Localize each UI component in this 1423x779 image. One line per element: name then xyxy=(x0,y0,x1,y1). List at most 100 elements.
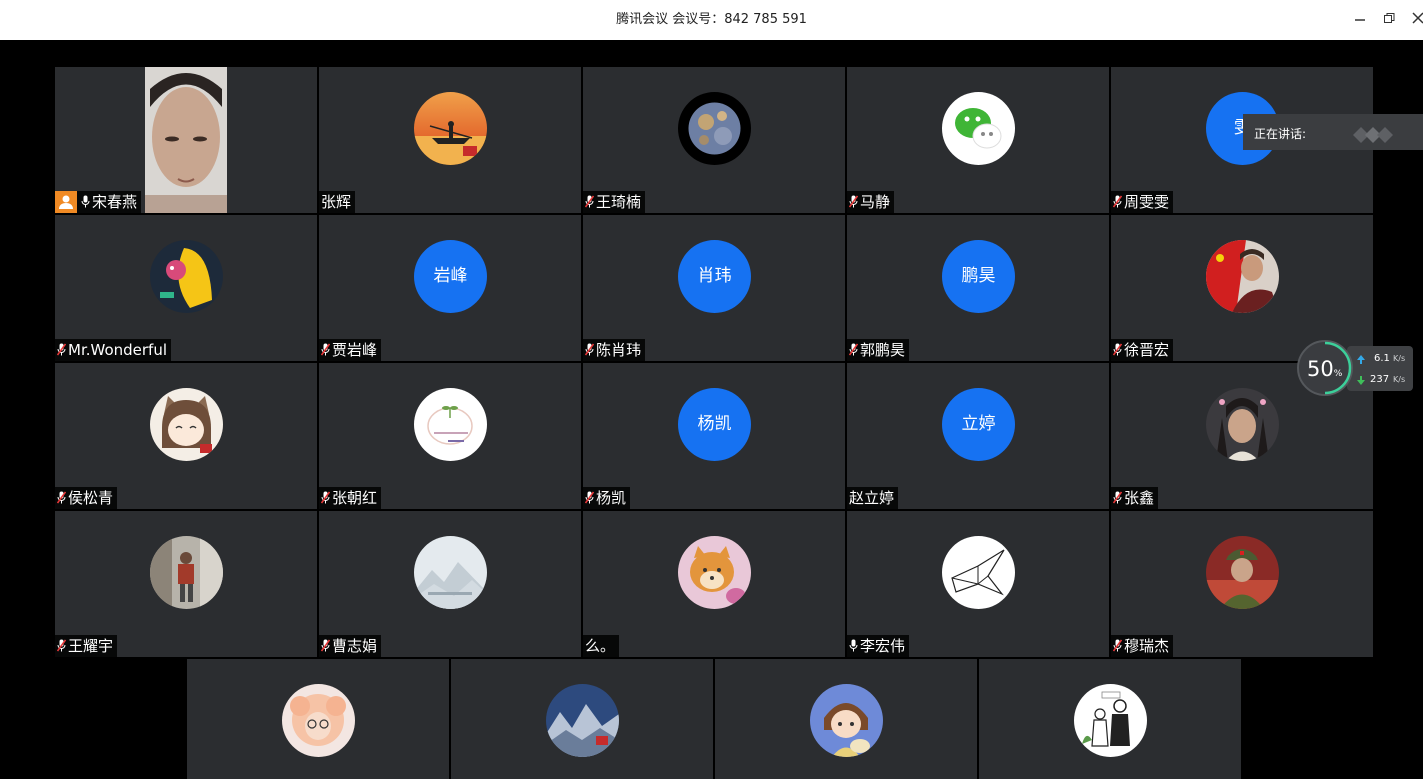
network-speed-box: 6.1 K/s 237 K/s xyxy=(1347,346,1413,391)
participant-tile[interactable]: Mr.Wonderful xyxy=(55,215,317,361)
microphone-muted-icon xyxy=(321,343,330,356)
participant-tile[interactable]: 鹏昊 郭鹏昊 xyxy=(847,215,1109,361)
avatar xyxy=(810,684,883,757)
participant-tile[interactable]: 岩峰 贾岩峰 xyxy=(319,215,581,361)
participant-name-label: 张鑫 xyxy=(1111,487,1159,509)
participant-name-label: 王琦楠 xyxy=(583,191,646,213)
speaking-label: 正在讲话: xyxy=(1254,127,1307,141)
microphone-muted-icon xyxy=(321,639,330,652)
participant-name-label: 张辉 xyxy=(319,191,356,213)
avatar: 杨凯 xyxy=(678,388,751,461)
participant-tile[interactable]: 肖玮 陈肖玮 xyxy=(583,215,845,361)
avatar xyxy=(150,388,223,461)
microphone-icon xyxy=(81,195,90,208)
avatar xyxy=(150,240,223,313)
microphone-muted-icon xyxy=(849,195,858,208)
microphone-muted-icon xyxy=(1113,639,1122,652)
minimize-button[interactable] xyxy=(1350,10,1370,30)
avatar xyxy=(282,684,355,757)
restore-button[interactable] xyxy=(1379,10,1399,30)
download-speed: 237 xyxy=(1370,374,1390,385)
microphone-muted-icon xyxy=(1113,491,1122,504)
microphone-muted-icon xyxy=(585,491,594,504)
cpu-gauge: 50% xyxy=(1297,340,1353,396)
participant-name-label: 徐晋宏 xyxy=(1111,339,1174,361)
restore-icon xyxy=(1384,13,1395,23)
upload-speed: 6.1 xyxy=(1374,353,1390,364)
participant-tile[interactable]: 王耀宇 xyxy=(55,511,317,657)
participant-tile[interactable]: 张朝红 xyxy=(319,363,581,509)
avatar xyxy=(1206,536,1279,609)
participant-name-label: 张朝红 xyxy=(319,487,382,509)
participant-name-label: Mr.Wonderful xyxy=(55,339,172,361)
download-arrow-icon xyxy=(1357,376,1365,385)
avatar xyxy=(1206,388,1279,461)
microphone-muted-icon xyxy=(321,491,330,504)
paper-crane-icon xyxy=(942,536,1015,609)
participant-name-label: 宋春燕 xyxy=(55,191,142,213)
avatar xyxy=(414,92,487,165)
participant-name-label: 穆瑞杰 xyxy=(1111,635,1174,657)
upload-arrow-icon xyxy=(1357,355,1365,364)
participant-name-label: 贾岩峰 xyxy=(319,339,382,361)
participant-name-label: 郭鹏昊 xyxy=(847,339,910,361)
avatar: 立婷 xyxy=(942,388,1015,461)
wechat-icon xyxy=(942,92,1015,165)
microphone-muted-icon xyxy=(57,639,66,652)
participant-tile[interactable]: 马静 xyxy=(847,67,1109,213)
participant-name-label: 周雯雯 xyxy=(1111,191,1174,213)
avatar xyxy=(414,536,487,609)
avatar: 岩峰 xyxy=(414,240,487,313)
participant-tile[interactable]: 曹志娟 xyxy=(319,511,581,657)
avatar xyxy=(546,684,619,757)
participant-name-label: 李宏伟 xyxy=(847,635,910,657)
avatar xyxy=(150,536,223,609)
window-title: 腾讯会议 会议号：842 785 591 xyxy=(616,12,807,27)
performance-monitor[interactable]: 6.1 K/s 237 K/s 50% xyxy=(1297,340,1413,396)
participant-tile[interactable]: 么。 xyxy=(583,511,845,657)
avatar: 肖玮 xyxy=(678,240,751,313)
close-icon xyxy=(1412,12,1423,24)
upload-unit: K/s xyxy=(1393,354,1406,363)
avatar xyxy=(1074,684,1147,757)
participant-tile[interactable] xyxy=(187,659,449,779)
participant-name-label: 杨凯 xyxy=(583,487,631,509)
participant-name-label: 侯松青 xyxy=(55,487,118,509)
participant-tile[interactable]: 宋春燕 xyxy=(55,67,317,213)
microphone-muted-icon xyxy=(585,195,594,208)
download-unit: K/s xyxy=(1393,375,1406,384)
participant-tile[interactable]: 杨凯 杨凯 xyxy=(583,363,845,509)
close-button[interactable] xyxy=(1408,10,1423,30)
participant-tile[interactable]: 王琦楠 xyxy=(583,67,845,213)
participant-name-label: 赵立婷 xyxy=(847,487,899,509)
participant-name-label: 陈肖玮 xyxy=(583,339,646,361)
participant-tile[interactable] xyxy=(451,659,713,779)
avatar xyxy=(678,536,751,609)
title-bar: 腾讯会议 会议号：842 785 591 xyxy=(0,0,1423,40)
microphone-muted-icon xyxy=(1113,343,1122,356)
participant-tile[interactable]: 立婷 赵立婷 xyxy=(847,363,1109,509)
microphone-muted-icon xyxy=(585,343,594,356)
participant-tile[interactable] xyxy=(715,659,977,779)
participant-tile[interactable]: 张辉 xyxy=(319,67,581,213)
participant-name-label: 曹志娟 xyxy=(319,635,382,657)
participant-tile[interactable] xyxy=(979,659,1241,779)
microphone-muted-icon xyxy=(1113,195,1122,208)
participant-name-label: 马静 xyxy=(847,191,895,213)
microphone-icon xyxy=(849,639,858,652)
host-icon xyxy=(55,191,77,213)
active-speaker-panel: 正在讲话: xyxy=(1243,114,1423,150)
participant-tile[interactable]: 穆瑞杰 xyxy=(1111,511,1373,657)
microphone-muted-icon xyxy=(57,343,66,356)
audio-wave-icon xyxy=(1353,127,1393,143)
participant-video xyxy=(145,67,227,213)
avatar xyxy=(678,92,751,165)
avatar xyxy=(414,388,487,461)
microphone-muted-icon xyxy=(849,343,858,356)
participant-name-label: 么。 xyxy=(583,635,620,657)
participant-tile[interactable]: 侯松青 xyxy=(55,363,317,509)
participant-name-label: 王耀宇 xyxy=(55,635,118,657)
avatar xyxy=(1206,240,1279,313)
participant-tile[interactable]: 李宏伟 xyxy=(847,511,1109,657)
microphone-muted-icon xyxy=(57,491,66,504)
